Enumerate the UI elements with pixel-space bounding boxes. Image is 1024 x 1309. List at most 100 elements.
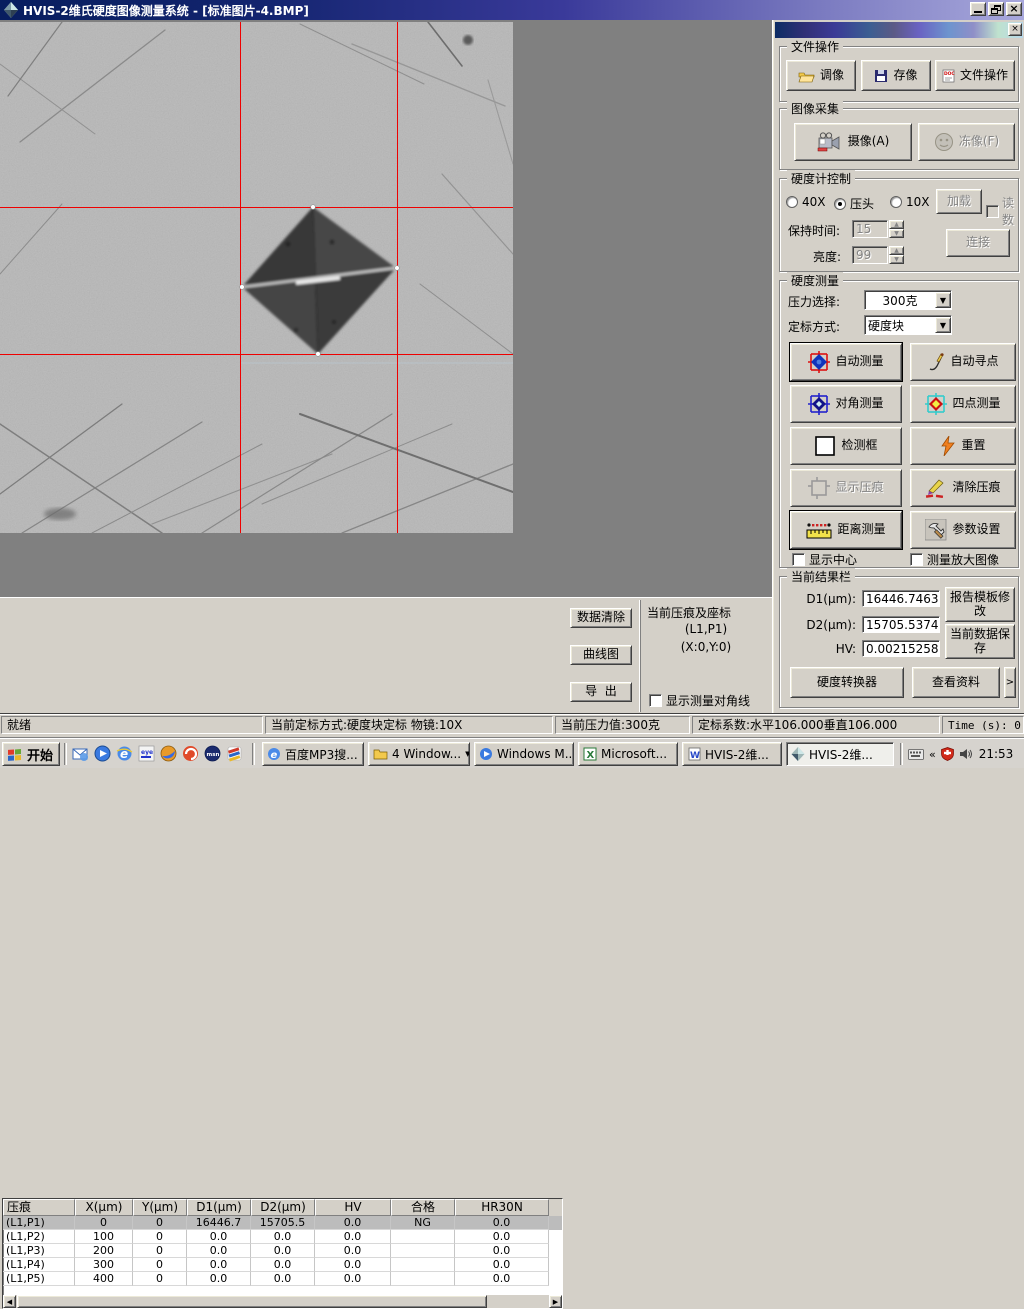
detect-box-button[interactable]: 检测框 [790, 427, 902, 465]
show-diagonal-checkbox[interactable]: 显示测量对角线 [649, 692, 750, 709]
four-point-button[interactable]: 四点测量 [910, 385, 1016, 423]
table-header-cell[interactable]: HR30N [455, 1199, 549, 1216]
speaker-icon[interactable] [959, 748, 972, 760]
task-excel[interactable]: X Microsoft... [578, 742, 678, 766]
export-button[interactable]: 导 出 [570, 682, 632, 702]
save-data-button[interactable]: 当前数据保存 [945, 624, 1015, 659]
hold-time-spinner[interactable]: ▲ ▼ [889, 220, 904, 238]
connect-button[interactable]: 连接 [946, 229, 1010, 257]
lightning-icon [940, 436, 956, 456]
scroll-thumb[interactable] [17, 1295, 487, 1308]
table-header-cell[interactable]: D1(μm) [187, 1199, 251, 1216]
load-force-button[interactable]: 加载 [936, 189, 982, 214]
report-template-button[interactable]: 报告模板修改 [945, 587, 1015, 622]
curve-chart-button[interactable]: 曲线图 [570, 645, 632, 665]
read-checkbox[interactable]: 读数 [986, 194, 1018, 228]
table-row[interactable]: (L1,P2)10000.00.00.00.0 [3, 1230, 562, 1244]
spin-down-icon[interactable]: ▼ [889, 229, 904, 238]
table-header-cell[interactable]: 压痕 [3, 1199, 75, 1216]
spin-up-icon[interactable]: ▲ [889, 220, 904, 229]
save-image-button[interactable]: 存像 [861, 60, 931, 91]
wps-icon[interactable] [226, 745, 243, 762]
scroll-left-icon[interactable]: ◀ [3, 1295, 16, 1308]
radio-40x-circle[interactable] [786, 196, 798, 208]
clear-indent-button[interactable]: 清除压痕 [910, 469, 1016, 507]
close-button[interactable]: × [1006, 2, 1022, 16]
results-table[interactable]: 压痕X(μm)Y(μm)D1(μm)D2(μm)HV合格HR30N (L1,P1… [2, 1198, 563, 1309]
table-header-cell[interactable]: 合格 [391, 1199, 455, 1216]
reset-button[interactable]: 重置 [910, 427, 1016, 465]
more-button[interactable]: > [1004, 667, 1016, 698]
table-hscrollbar[interactable]: ◀ ▶ [3, 1295, 562, 1308]
clear-data-button[interactable]: 数据清除 [570, 608, 632, 628]
hv-field[interactable]: 0.00215258 [862, 640, 940, 657]
security-shield-icon[interactable] [941, 747, 954, 761]
table-row[interactable]: (L1,P4)30000.00.00.00.0 [3, 1258, 562, 1272]
file-ops-button[interactable]: DOC 文件操作 [935, 60, 1015, 91]
show-center-box[interactable] [792, 553, 805, 566]
table-row[interactable]: (L1,P1)0016446.715705.50.0NG0.0 [3, 1216, 562, 1230]
diagonal-measure-button[interactable]: 对角测量 [790, 385, 902, 423]
brightness-field[interactable]: 99 [852, 246, 888, 264]
panel-caption-bar[interactable]: × [775, 22, 1023, 38]
pressure-select[interactable]: 300克 ▼ [864, 290, 952, 310]
table-header-cell[interactable]: HV [315, 1199, 391, 1216]
table-header-cell[interactable]: D2(μm) [251, 1199, 315, 1216]
radio-indenter[interactable]: 压头 [834, 195, 874, 212]
msn-icon[interactable]: msn [204, 745, 221, 762]
media-player-icon[interactable] [94, 745, 111, 762]
task-hvis-active[interactable]: HVIS-2维... [786, 742, 894, 766]
freeze-button[interactable]: 冻像(F) [918, 123, 1015, 161]
minimize-button[interactable] [970, 2, 986, 16]
tray-collapse-icon[interactable]: « [929, 748, 936, 761]
zoom-measure-checkbox[interactable]: 测量放大图像 [910, 551, 999, 568]
radio-10x[interactable]: 10X [890, 195, 930, 209]
task-windows-media[interactable]: Windows M... [474, 742, 574, 766]
table-row[interactable]: (L1,P3)20000.00.00.00.0 [3, 1244, 562, 1258]
brightness-spinner[interactable]: ▲ ▼ [889, 246, 904, 264]
table-row[interactable]: (L1,P5)40000.00.00.00.0 [3, 1272, 562, 1286]
specimen-image[interactable] [0, 22, 513, 533]
table-cell: 0.0 [315, 1244, 391, 1258]
distance-measure-button[interactable]: 距离测量 [790, 511, 902, 549]
show-diagonal-box[interactable] [649, 694, 662, 707]
d2-field[interactable]: 15705.5374 [862, 616, 940, 633]
table-cell [391, 1230, 455, 1244]
task-windows-group[interactable]: 4 Window... ▼ [368, 742, 470, 766]
start-button[interactable]: 开始 [2, 742, 60, 766]
table-header-cell[interactable]: Y(μm) [133, 1199, 187, 1216]
task-baidu-mp3[interactable]: e 百度MP3搜... [262, 742, 364, 766]
radio-10x-circle[interactable] [890, 196, 902, 208]
scroll-right-icon[interactable]: ▶ [549, 1295, 562, 1308]
read-checkbox-box[interactable] [986, 205, 999, 218]
d1-field[interactable]: 16446.7463 [862, 590, 940, 607]
thunder-icon[interactable] [182, 745, 199, 762]
view-material-button[interactable]: 查看资料 [912, 667, 1000, 698]
task-word[interactable]: W HVIS-2维... [682, 742, 782, 766]
hardness-converter-button[interactable]: 硬度转换器 [790, 667, 904, 698]
panel-close-button[interactable]: × [1008, 23, 1022, 36]
eye-app-icon[interactable]: eye [138, 745, 155, 762]
hold-time-field[interactable]: 15 [852, 220, 888, 238]
clock[interactable]: 21:53 [979, 747, 1014, 761]
outlook-express-icon[interactable] [72, 745, 89, 762]
reset-label: 重置 [961, 439, 985, 452]
show-indent-button[interactable]: 显示压痕 [790, 469, 902, 507]
internet-explorer-icon[interactable]: e [116, 745, 133, 762]
show-center-checkbox[interactable]: 显示中心 [792, 551, 857, 568]
dropdown-icon[interactable]: ▼ [935, 292, 951, 308]
keyboard-icon[interactable] [908, 749, 924, 760]
auto-find-button[interactable]: 自动寻点 [910, 343, 1016, 381]
globe-browser-icon[interactable] [160, 745, 177, 762]
dropdown-icon[interactable]: ▼ [935, 317, 951, 333]
capture-button[interactable]: 摄像(A) [794, 123, 912, 161]
load-image-button[interactable]: 调像 [786, 60, 856, 91]
radio-40x[interactable]: 40X [786, 195, 826, 209]
param-settings-button[interactable]: 参数设置 [910, 511, 1016, 549]
table-header-cell[interactable]: X(μm) [75, 1199, 133, 1216]
zoom-measure-box[interactable] [910, 553, 923, 566]
restore-button[interactable] [988, 2, 1004, 16]
auto-measure-button[interactable]: 自动测量 [790, 343, 902, 381]
calib-mode-select[interactable]: 硬度块 ▼ [864, 315, 952, 335]
radio-indenter-circle[interactable] [834, 198, 846, 210]
